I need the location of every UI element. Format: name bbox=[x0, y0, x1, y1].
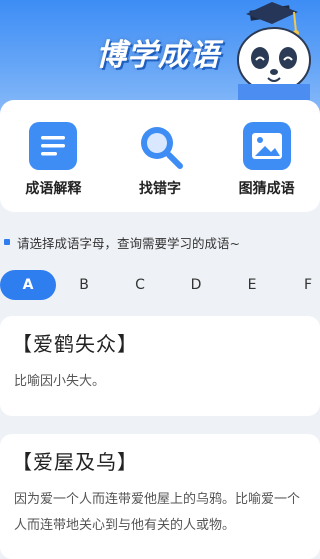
letter-tab-b[interactable]: B bbox=[56, 270, 112, 300]
idiom-title: 【爱鹤失众】 bbox=[12, 332, 138, 356]
search-icon bbox=[140, 127, 183, 169]
feature-label: 找错字 bbox=[138, 181, 181, 197]
image-icon bbox=[242, 122, 291, 170]
letter-tab-a[interactable]: A bbox=[0, 270, 56, 300]
letter-tab-f[interactable]: F bbox=[280, 270, 320, 300]
bullet-icon bbox=[4, 239, 10, 245]
feature-idiom-explain[interactable]: 成语解释 bbox=[3, 122, 103, 198]
letter-tabs: A B C D E F bbox=[0, 270, 320, 300]
feature-find-typo[interactable]: 找错字 bbox=[110, 122, 210, 198]
feature-picture-guess[interactable]: 图猜成语 bbox=[217, 122, 317, 198]
letter-tab-c[interactable]: C bbox=[112, 270, 168, 300]
feature-label: 成语解释 bbox=[25, 181, 82, 197]
list-icon bbox=[29, 122, 78, 170]
idiom-card[interactable]: 【爱鹤失众】 比喻因小失大。 bbox=[0, 316, 320, 416]
feature-label: 图猜成语 bbox=[238, 181, 295, 197]
idiom-card[interactable]: 【爱屋及乌】 因为爱一个人而连带爱他屋上的乌鸦。比喻爱一个人而连带地关心到与他有… bbox=[0, 434, 320, 559]
idiom-description: 因为爱一个人而连带爱他屋上的乌鸦。比喻爱一个人而连带地关心到与他有关的人或物。 bbox=[14, 492, 301, 533]
idiom-title: 【爱屋及乌】 bbox=[12, 450, 138, 474]
idiom-description: 比喻因小失大。 bbox=[14, 374, 106, 389]
letter-tab-e[interactable]: E bbox=[224, 270, 280, 300]
letter-tab-d[interactable]: D bbox=[168, 270, 224, 300]
app-title: 博学成语 bbox=[96, 38, 220, 73]
tip-text: 请选择成语字母，查询需要学习的成语~ bbox=[17, 235, 240, 251]
feature-card: 成语解释 找错字 图猜成语 bbox=[0, 100, 320, 212]
panda-mascot-icon bbox=[237, 2, 311, 100]
tip-bar: 请选择成语字母，查询需要学习的成语~ bbox=[0, 224, 320, 260]
